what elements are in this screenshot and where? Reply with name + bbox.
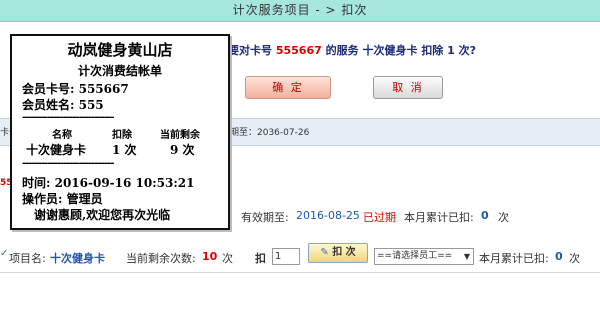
receipt-operator-line: 操作员: 管理员 [22,192,103,206]
receipt-time-line: 时间: 2016-09-16 10:53:21 [22,176,195,190]
monthly-label: 本月累计已扣: [404,211,474,224]
remaining-unit: 次 [222,252,233,265]
monthly-value: 0 [481,209,489,222]
receipt-item-remaining: 9 次 [170,143,195,157]
receipt-col-name: 名称 [52,130,72,141]
confirm-service: 十次健身卡 [362,44,418,57]
remaining-label: 当前剩余次数: [126,252,196,265]
remaining-value: 10 [202,250,218,263]
confirm-count: 1 [447,44,455,57]
receipt-item-deduct: 1 次 [112,143,137,157]
employee-select-value: ==请选择员工== [377,251,453,261]
deduct-label: 扣 [255,252,266,265]
receipt-col-remaining: 当前剩余 [160,130,200,141]
deduct-monthly-label: 本月累计已扣: [479,252,549,265]
confirm-message: 要对卡号 555667 的服务 十次健身卡 扣除 1 次? [228,42,476,58]
deduct-button[interactable]: ✎ 扣 次 [308,243,368,263]
expired-status: 已过期 [363,211,396,224]
receipt-thanks: 谢谢惠顾,欢迎您再次光临 [34,208,171,222]
project-value: 十次健身卡 [50,252,105,265]
cancel-button[interactable]: 取 消 [373,76,443,99]
monthly-unit: 次 [498,211,509,224]
deduct-row: ✓ 项目名: 十次健身卡 当前剩余次数: 10 次 扣 1 ✎ 扣 次 ==请选… [0,240,600,273]
receipt-popup: 动岚健身黄山店 计次消费结帐单 会员卡号: 555667 会员姓名: 555 -… [10,34,230,230]
receipt-item-name: 十次健身卡 [26,143,87,157]
confirm-card-no: 555667 [275,44,322,57]
expiry-fragment: 期至：2036-07-26 [230,128,310,138]
expiry-value: 2016-08-25 [296,209,360,222]
receipt-col-deduct: 扣除 [112,130,132,141]
deduct-quantity-input[interactable]: 1 [272,248,300,265]
receipt-title: 计次消费结帐单 [77,64,162,78]
confirm-prefix: 要对卡号 [228,44,272,57]
deduct-monthly-unit: 次 [569,252,580,265]
deduct-button-label: 扣 次 [332,247,356,258]
deduct-icon: ✎ [320,247,329,258]
employee-select[interactable]: ==请选择员工== ▼ [374,248,474,265]
receipt-card-line: 会员卡号: 555667 [22,82,129,96]
confirm-deduct-label: 扣除 [421,44,444,57]
deduct-monthly-value: 0 [555,250,563,263]
receipt-name-line: 会员姓名: 555 [22,98,104,112]
chevron-down-icon: ▼ [463,252,470,261]
project-label: 项目名: [9,252,46,265]
confirm-button[interactable]: 确 定 [245,76,331,99]
confirm-suffix: 次? [458,44,477,57]
check-icon: ✓ [0,248,9,259]
receipt-divider-1: ----------------------------- [22,112,114,123]
confirm-middle: 的服务 [325,44,359,57]
receipt-store-name: 动岚健身黄山店 [67,41,173,59]
page-title: 计次服务项目 - > 扣次 [232,3,368,17]
page-header: 计次服务项目 - > 扣次 [0,0,600,22]
expiry-label: 有效期至: [241,211,289,224]
receipt-divider-2: ----------------------------- [22,158,114,169]
